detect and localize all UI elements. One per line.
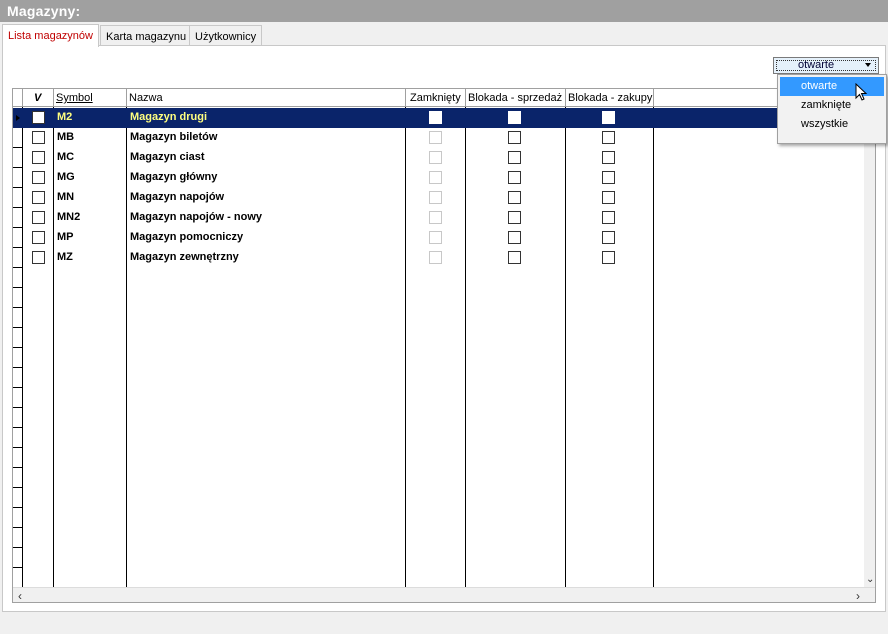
chevron-left-icon[interactable]: ‹ xyxy=(18,589,22,602)
table-row[interactable]: MZ Magazyn zewnętrzny xyxy=(13,248,864,268)
row-indicator[interactable] xyxy=(13,128,23,148)
cell-symbol: M2 xyxy=(57,111,73,123)
cell-nazwa: Magazyn napojów - nowy xyxy=(130,211,263,223)
blokada-sprzedaz-checkbox[interactable] xyxy=(508,191,521,204)
cell-symbol: MN xyxy=(57,191,75,203)
blokada-sprzedaz-checkbox[interactable] xyxy=(508,131,521,144)
cell-nazwa: Magazyn napojów xyxy=(130,191,225,203)
zamkniety-checkbox xyxy=(429,131,442,144)
blokada-sprzedaz-checkbox[interactable] xyxy=(508,151,521,164)
header-blokada-sprzedaz[interactable]: Blokada - sprzedaż xyxy=(466,89,566,107)
cell-symbol: MC xyxy=(57,151,75,163)
cell-nazwa: Magazyn ciast xyxy=(130,151,205,163)
blokada-zakupy-checkbox[interactable] xyxy=(602,111,615,124)
row-pointer-icon xyxy=(16,115,20,121)
row-indicator[interactable] xyxy=(13,188,23,208)
row-indicator[interactable] xyxy=(13,228,23,248)
grid-header: V Symbol Nazwa Zamknięty Blokada - sprze… xyxy=(13,89,864,107)
chevron-down-icon[interactable]: ⌄ xyxy=(866,574,874,585)
vertical-scrollbar[interactable]: ⌄ xyxy=(864,89,875,587)
row-select-checkbox[interactable] xyxy=(32,131,45,144)
blokada-sprzedaz-checkbox[interactable] xyxy=(508,211,521,224)
blokada-sprzedaz-checkbox[interactable] xyxy=(508,251,521,264)
zamkniety-checkbox xyxy=(429,231,442,244)
table-row[interactable]: MN Magazyn napojów xyxy=(13,188,864,208)
status-filter-dropdown: otwarte zamknięte wszystkie xyxy=(777,74,887,144)
row-select-checkbox[interactable] xyxy=(32,111,45,124)
header-check[interactable]: V xyxy=(23,89,54,107)
blokada-zakupy-checkbox[interactable] xyxy=(602,171,615,184)
cell-nazwa: Magazyn drugi xyxy=(130,111,208,123)
row-select-checkbox[interactable] xyxy=(32,211,45,224)
zamkniety-checkbox xyxy=(429,171,442,184)
zamkniety-checkbox xyxy=(429,211,442,224)
blokada-zakupy-checkbox[interactable] xyxy=(602,211,615,224)
horizontal-scrollbar[interactable]: ‹ › xyxy=(13,587,875,602)
dropdown-option-wszystkie[interactable]: wszystkie xyxy=(780,115,884,134)
table-row[interactable]: MC Magazyn ciast xyxy=(13,148,864,168)
table-row[interactable]: MG Magazyn główny xyxy=(13,168,864,188)
row-select-checkbox[interactable] xyxy=(32,231,45,244)
tab-uzytkownicy[interactable]: Użytkownicy xyxy=(189,25,263,46)
blokada-sprzedaz-checkbox[interactable] xyxy=(508,171,521,184)
cell-nazwa: Magazyn główny xyxy=(130,171,218,183)
table-row[interactable]: M2 Magazyn drugi xyxy=(13,108,864,128)
cell-symbol: MP xyxy=(57,231,74,243)
blokada-zakupy-checkbox[interactable] xyxy=(602,191,615,204)
blokada-zakupy-checkbox[interactable] xyxy=(602,131,615,144)
cell-symbol: MG xyxy=(57,171,75,183)
row-select-checkbox[interactable] xyxy=(32,191,45,204)
header-indicator xyxy=(13,89,23,107)
status-filter-combo[interactable]: otwarte xyxy=(773,57,879,74)
header-symbol[interactable]: Symbol xyxy=(54,89,127,107)
table-row[interactable]: MN2 Magazyn napojów - nowy xyxy=(13,208,864,228)
cell-symbol: MZ xyxy=(57,251,73,263)
row-indicator[interactable] xyxy=(13,208,23,228)
row-indicator[interactable] xyxy=(13,168,23,188)
tab-bar: Lista magazynów Karta magazynu Użytkowni… xyxy=(0,24,888,47)
table-row[interactable]: MP Magazyn pomocniczy xyxy=(13,228,864,248)
row-indicator[interactable] xyxy=(13,248,23,268)
header-blokada-zakupy[interactable]: Blokada - zakupy xyxy=(566,89,654,107)
cell-nazwa: Magazyn pomocniczy xyxy=(130,231,244,243)
table-row[interactable]: MB Magazyn biletów xyxy=(13,128,864,148)
mouse-cursor-icon xyxy=(855,83,868,101)
cell-nazwa: Magazyn biletów xyxy=(130,131,218,143)
blokada-zakupy-checkbox[interactable] xyxy=(602,251,615,264)
zamkniety-checkbox xyxy=(429,111,442,124)
row-select-checkbox[interactable] xyxy=(32,151,45,164)
row-select-checkbox[interactable] xyxy=(32,251,45,264)
chevron-right-icon[interactable]: › xyxy=(856,589,860,602)
chevron-down-icon[interactable] xyxy=(865,63,871,67)
tab-lista-magazynow[interactable]: Lista magazynów xyxy=(2,24,99,47)
row-select-checkbox[interactable] xyxy=(32,171,45,184)
zamkniety-checkbox xyxy=(429,151,442,164)
warehouse-grid: V Symbol Nazwa Zamknięty Blokada - sprze… xyxy=(12,88,876,603)
zamkniety-checkbox xyxy=(429,251,442,264)
blokada-sprzedaz-checkbox[interactable] xyxy=(508,231,521,244)
cell-nazwa: Magazyn zewnętrzny xyxy=(130,251,239,263)
header-zamkniety[interactable]: Zamknięty xyxy=(406,89,466,107)
row-indicator[interactable] xyxy=(13,108,23,128)
row-indicator[interactable] xyxy=(13,148,23,168)
blokada-zakupy-checkbox[interactable] xyxy=(602,151,615,164)
blokada-sprzedaz-checkbox[interactable] xyxy=(508,111,521,124)
blokada-zakupy-checkbox[interactable] xyxy=(602,231,615,244)
tab-karta-magazynu[interactable]: Karta magazynu xyxy=(100,25,193,46)
zamkniety-checkbox xyxy=(429,191,442,204)
status-filter-value: otwarte xyxy=(798,59,835,71)
header-nazwa[interactable]: Nazwa xyxy=(127,89,406,107)
cell-symbol: MN2 xyxy=(57,211,81,223)
cell-symbol: MB xyxy=(57,131,75,143)
window-title: Magazyny: xyxy=(0,0,888,22)
